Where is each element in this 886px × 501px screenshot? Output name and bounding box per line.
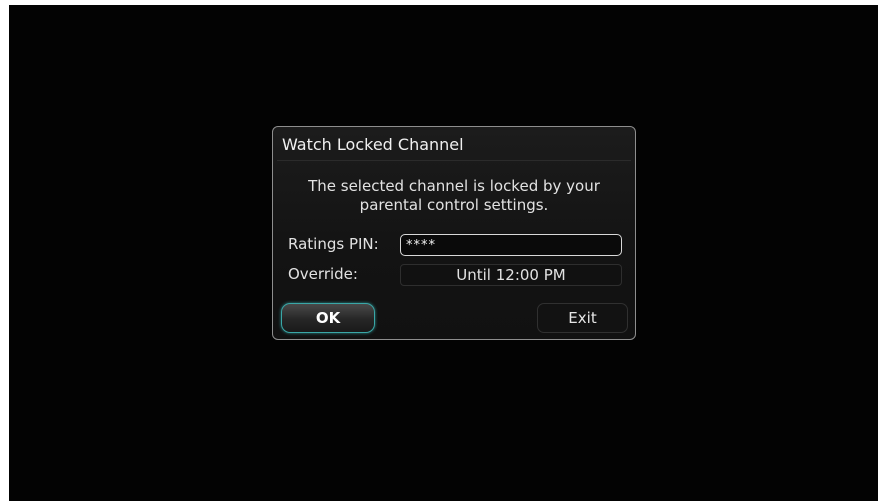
ok-button[interactable]: OK	[281, 303, 375, 333]
locked-channel-dialog: Watch Locked Channel The selected channe…	[272, 126, 636, 340]
override-label: Override:	[288, 265, 358, 283]
lock-message: The selected channel is locked by your p…	[308, 177, 600, 214]
override-selector[interactable]: Until 12:00 PM	[400, 264, 622, 286]
ratings-pin-label: Ratings PIN:	[288, 235, 379, 253]
tv-screen: Watch Locked Channel The selected channe…	[9, 5, 878, 501]
exit-button[interactable]: Exit	[537, 303, 628, 333]
title-divider	[277, 160, 631, 161]
ratings-pin-input[interactable]	[400, 234, 622, 256]
dialog-title: Watch Locked Channel	[282, 135, 464, 154]
